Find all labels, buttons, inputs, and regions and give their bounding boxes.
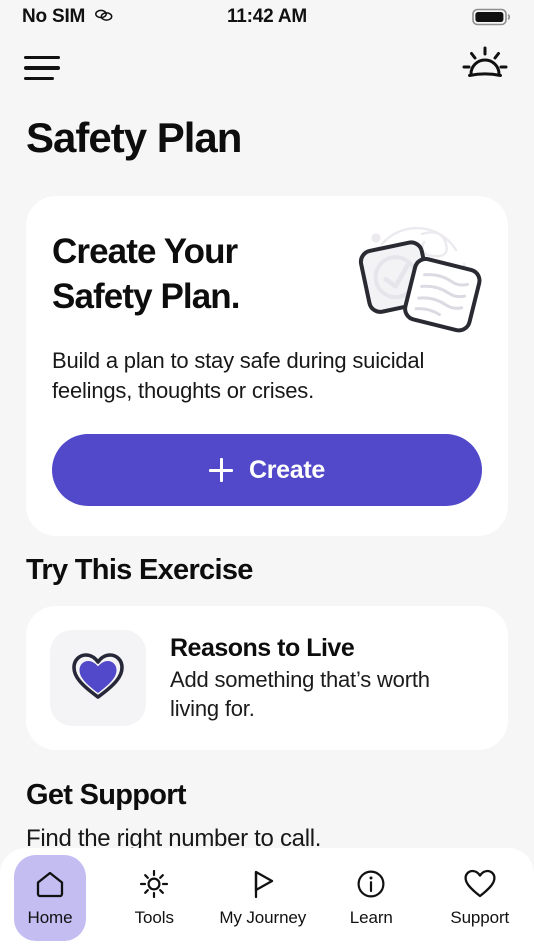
nav-item-support[interactable]: Support	[426, 855, 534, 941]
info-circle-icon	[355, 867, 387, 901]
home-icon	[34, 867, 66, 901]
nav-label-tools: Tools	[134, 908, 174, 927]
hamburger-menu-icon[interactable]	[24, 54, 60, 80]
sun-icon	[138, 867, 170, 901]
status-bar: No SIM 11:42 AM	[0, 0, 534, 34]
sunrise-icon[interactable]	[460, 44, 510, 91]
app-screen: No SIM 11:42 AM Safety Plan Create Your …	[0, 0, 534, 950]
create-button-label: Create	[248, 455, 326, 484]
exercise-subtitle: Add something that’s worth living for.	[170, 667, 430, 721]
exercise-title: Reasons to Live	[170, 634, 355, 662]
nav-item-my-journey[interactable]: My Journey	[209, 855, 318, 941]
hero-title: Create Your Safety Plan.	[52, 232, 241, 316]
nav-label-learn: Learn	[349, 908, 393, 927]
nav-item-home[interactable]: Home	[14, 855, 86, 941]
notes-cards-illustration	[348, 218, 488, 338]
section-title-support: Get Support	[26, 779, 187, 811]
nav-item-tools[interactable]: Tools	[100, 855, 209, 941]
nav-label-support: Support	[450, 908, 510, 927]
app-bar	[0, 34, 534, 100]
plus-icon	[208, 458, 233, 483]
hero-description: Build a plan to stay safe during suicida…	[52, 347, 425, 403]
exercise-thumbnail	[50, 630, 146, 726]
create-button[interactable]: Create	[52, 434, 482, 507]
heart-outline-icon	[464, 867, 496, 901]
bottom-navigation-bar: Home Tools My Journey Learn Support	[0, 848, 534, 950]
clock-label: 11:42 AM	[226, 6, 308, 27]
page-title: Safety Plan	[26, 114, 242, 161]
exercise-text: Reasons to Live Add something that’s wor…	[170, 630, 460, 723]
exercise-card-reasons-to-live[interactable]: Reasons to Live Add something that’s wor…	[26, 606, 508, 750]
create-safety-plan-card: Create Your Safety Plan. Build a plan to…	[26, 196, 508, 537]
scroll-content[interactable]: Safety Plan Create Your Safety Plan. Bui…	[0, 100, 534, 950]
battery-full-icon	[472, 7, 512, 27]
nav-item-learn[interactable]: Learn	[317, 855, 426, 941]
nav-label-my-journey: My Journey	[219, 908, 307, 927]
flag-icon	[247, 867, 279, 901]
heart-icon	[70, 650, 126, 707]
nav-label-home: Home	[27, 908, 73, 927]
section-title-exercise: Try This Exercise	[26, 554, 253, 586]
